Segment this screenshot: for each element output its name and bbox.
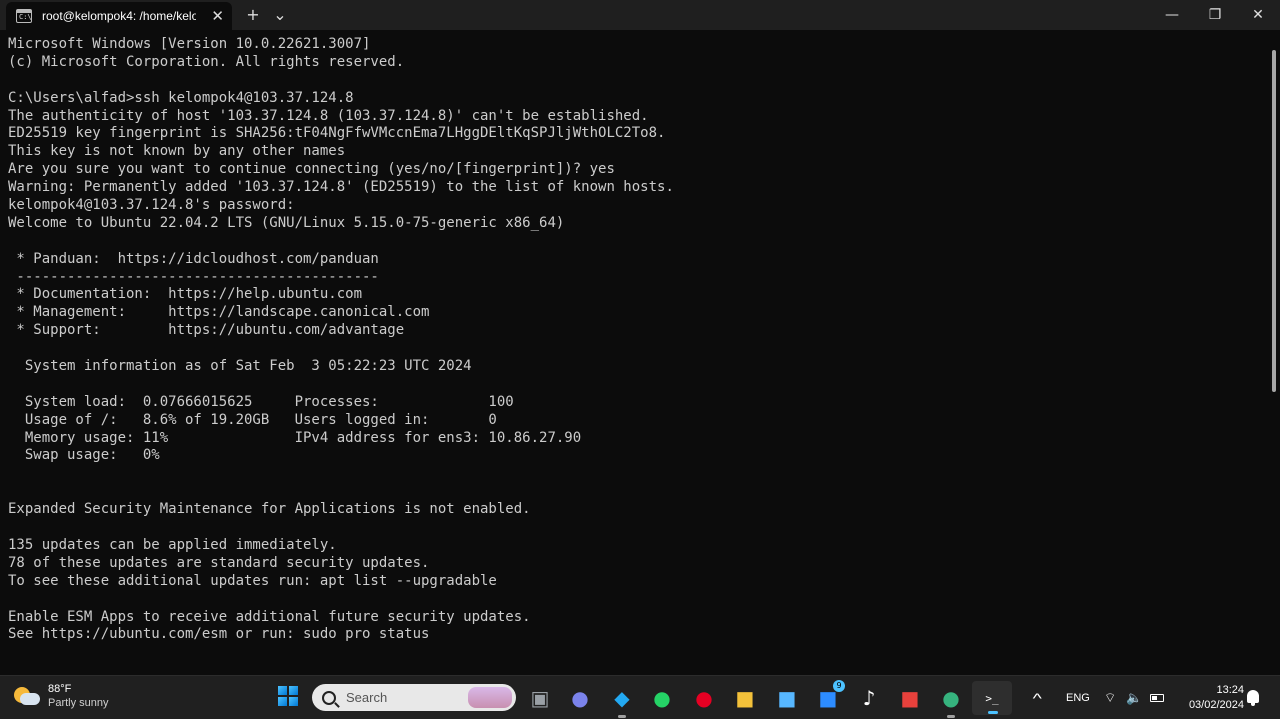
taskbar-search[interactable]: Search [312, 684, 516, 711]
terminal-line: Enable ESM Apps to receive additional fu… [8, 608, 531, 625]
wps-office-icon: ■ [900, 686, 920, 710]
clock-time: 13:24 [1216, 684, 1244, 696]
partly-sunny-icon [14, 685, 40, 707]
edge-browser-icon: ● [942, 686, 960, 710]
cmd-terminal-icon: C:\ [16, 9, 32, 23]
notification-bell-icon[interactable] [1247, 690, 1259, 706]
mail-badge: 9 [833, 680, 845, 692]
system-clock[interactable]: 13:24 03/02/2024 [1176, 683, 1244, 713]
tab-close-icon[interactable]: ✕ [211, 7, 224, 25]
start-button[interactable] [278, 686, 298, 706]
tray-overflow-button[interactable]: ^ [1032, 676, 1042, 719]
pinterest-icon: ● [695, 686, 713, 710]
taskbar-app-mail[interactable]: ■ 9 [814, 680, 845, 712]
terminal-line: Welcome to Ubuntu 22.04.2 LTS (GNU/Linux… [8, 214, 565, 231]
running-indicator [947, 715, 955, 718]
terminal-line: Warning: Permanently added '103.37.124.8… [8, 179, 674, 196]
terminal-line: ED25519 key fingerprint is SHA256:tF04Ng… [8, 125, 666, 142]
taskbar-app-teams-chat[interactable]: ● [566, 684, 594, 712]
weather-description: Partly sunny [48, 697, 109, 709]
terminal-line: See https://ubuntu.com/esm or run: sudo … [8, 626, 430, 643]
volume-icon[interactable]: 🔈 [1126, 676, 1142, 719]
taskbar-app-vscode[interactable]: ◆ [608, 684, 636, 718]
title-bar: C:\ root@kelompok4: /home/kelompok4 ✕ + … [0, 0, 1280, 30]
new-tab-button[interactable]: + [240, 4, 266, 26]
terminal-line: * Documentation: https://help.ubuntu.com [8, 286, 363, 303]
terminal-line: Are you sure you want to continue connec… [8, 161, 615, 178]
terminal-line: * Support: https://ubuntu.com/advantage [8, 322, 405, 339]
windows-logo-icon [278, 686, 287, 695]
taskbar-app-file-explorer[interactable]: ■ [731, 684, 759, 712]
microsoft-store-icon: ■ [777, 686, 797, 710]
terminal-line: * Management: https://landscape.canonica… [8, 304, 430, 321]
maximize-button[interactable]: ❐ [1192, 0, 1238, 30]
taskbar-app-pinterest[interactable]: ● [690, 684, 718, 712]
vscode-icon: ◆ [614, 686, 630, 710]
file-explorer-icon: ■ [735, 686, 755, 710]
terminal-line: System information as of Sat Feb 3 05:22… [8, 358, 472, 375]
terminal-line: Memory usage: 11% IPv4 address for ens3:… [8, 429, 582, 446]
terminal-line: To see these additional updates run: apt… [8, 572, 497, 589]
taskbar-app-whatsapp[interactable]: ● [648, 684, 676, 712]
terminal-line: Swap usage: 0% [8, 447, 160, 464]
terminal-line: kelompok4@103.37.124.8's password: [8, 197, 295, 214]
search-icon [322, 690, 336, 705]
terminal-line: (c) Microsoft Corporation. All rights re… [8, 53, 405, 70]
weather-widget[interactable]: 88°F Partly sunny [14, 682, 109, 710]
terminal-line: ----------------------------------------… [8, 268, 379, 285]
terminal-scrollbar[interactable] [1272, 50, 1276, 392]
terminal-line: Expanded Security Maintenance for Applic… [8, 501, 531, 518]
terminal-line: This key is not known by any other names [8, 143, 346, 160]
tiktok-icon: ♪ [862, 686, 876, 710]
search-highlight-image [468, 687, 512, 708]
taskbar-app-edge-browser[interactable]: ● [937, 684, 965, 718]
terminal-line: 135 updates can be applied immediately. [8, 536, 337, 553]
terminal-tab[interactable]: C:\ root@kelompok4: /home/kelompok4 ✕ [6, 2, 232, 30]
tab-dropdown-button[interactable]: ⌄ [267, 4, 293, 26]
terminal-line: System load: 0.07666015625 Processes: 10… [8, 393, 514, 410]
terminal-output[interactable]: Microsoft Windows [Version 10.0.22621.30… [0, 30, 1280, 675]
teams-chat-icon: ● [571, 686, 589, 710]
whatsapp-icon: ● [653, 686, 671, 710]
terminal-text: Microsoft Windows [Version 10.0.22621.30… [8, 36, 674, 644]
mail-icon: ■ [818, 686, 838, 710]
close-window-button[interactable]: ✕ [1235, 0, 1280, 30]
taskbar: 88°F Partly sunny Search ▣ ● ◆ ● ● ■ ■ ■ 9 ♪ ■ ● >_ … [0, 675, 1280, 719]
tab-title: root@kelompok4: /home/kelompok4 [42, 9, 196, 23]
battery-icon[interactable] [1150, 676, 1164, 719]
wifi-icon[interactable]: ⌔ [1104, 676, 1116, 719]
terminal-line: 78 of these updates are standard securit… [8, 554, 430, 571]
language-indicator[interactable]: ENG [1066, 676, 1090, 719]
terminal-line: Microsoft Windows [Version 10.0.22621.30… [8, 36, 371, 52]
terminal-icon: >_ [985, 691, 999, 705]
terminal-line: C:\Users\alfad>ssh kelompok4@103.37.124.… [8, 89, 354, 106]
taskbar-app-wps-office[interactable]: ■ [896, 684, 924, 712]
terminal-line: Usage of /: 8.6% of 19.20GB Users logged… [8, 411, 497, 428]
weather-temperature: 88°F [48, 683, 72, 695]
task-view-icon: ▣ [530, 686, 550, 710]
running-indicator [988, 711, 998, 714]
chevron-up-icon: ^ [1032, 690, 1042, 706]
taskbar-app-microsoft-store[interactable]: ■ [773, 684, 801, 712]
search-placeholder: Search [346, 690, 388, 705]
taskbar-app-tiktok[interactable]: ♪ [855, 684, 883, 712]
clock-date: 03/02/2024 [1188, 699, 1244, 711]
terminal-line: The authenticity of host '103.37.124.8 (… [8, 107, 649, 124]
minimize-button[interactable]: — [1149, 0, 1195, 30]
taskbar-app-terminal[interactable]: >_ [972, 681, 1012, 715]
running-indicator [618, 715, 626, 718]
taskbar-app-task-view[interactable]: ▣ [526, 684, 554, 712]
terminal-line: * Panduan: https://idcloudhost.com/pandu… [8, 250, 379, 267]
